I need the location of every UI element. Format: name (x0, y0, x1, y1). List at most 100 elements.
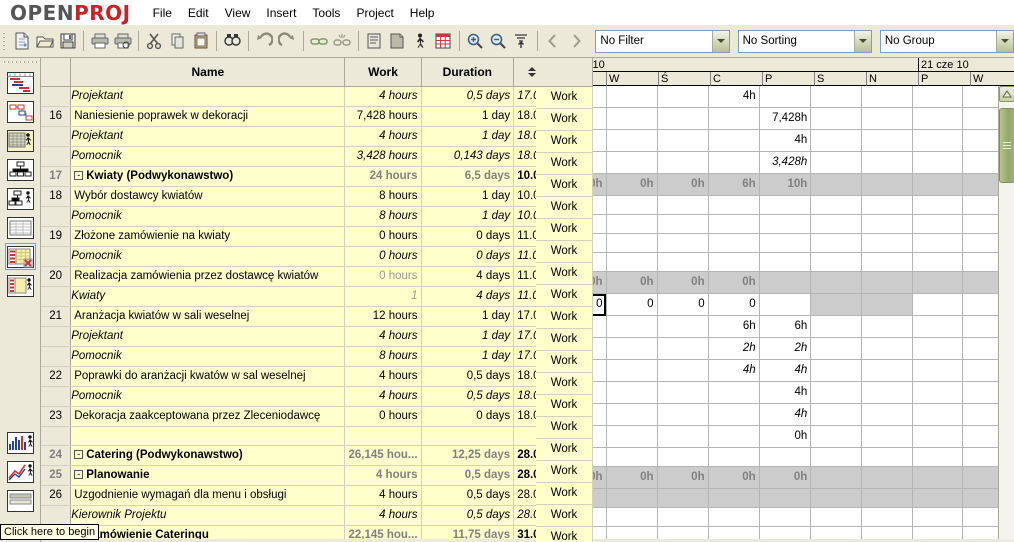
timephased-row[interactable]: 0000 (555, 293, 1014, 316)
detail-column-header[interactable] (536, 58, 593, 87)
row-id-cell[interactable] (41, 206, 72, 227)
detail-row[interactable]: Work (536, 482, 593, 505)
row-work-cell[interactable]: 4 hours (344, 366, 422, 387)
timephased-cell[interactable] (912, 173, 964, 196)
detail-row[interactable]: Work (536, 372, 593, 395)
timephased-cell[interactable] (912, 381, 964, 404)
timephased-cell[interactable] (759, 507, 812, 527)
row-duration-cell[interactable] (421, 426, 515, 446)
timephased-cell[interactable]: 0h (759, 425, 812, 448)
table-row[interactable]: Pomocnik 4 hours 0,5 days 18.0 (41, 386, 550, 407)
row-work-cell[interactable]: 4 hours (344, 465, 422, 486)
timephased-cell[interactable] (606, 359, 658, 382)
detail-label-cell[interactable]: Work (536, 174, 593, 197)
row-name-cell[interactable]: Pomocnik (70, 346, 346, 367)
detail-label-cell[interactable]: Work (536, 152, 593, 175)
timephased-cell[interactable] (861, 195, 913, 215)
table-row[interactable]: 26 Uzgodnienie wymagań dla menu i obsługi… (41, 485, 550, 506)
row-name-cell[interactable]: Poprawki do aranżacji kwatów w sal wesel… (70, 366, 346, 387)
timephased-row[interactable] (555, 507, 1014, 527)
timephased-cell[interactable] (912, 271, 964, 294)
task-information-icon[interactable] (364, 29, 385, 53)
table-row[interactable]: 18 Wybór dostawcy kwiatów 8 hours 1 day 10.0… (41, 186, 550, 207)
timephased-cell[interactable]: 4h (759, 359, 812, 382)
row-duration-cell[interactable]: 0,5 days (421, 465, 515, 486)
resource-usage-icon[interactable] (5, 272, 36, 299)
row-name-cell[interactable]: Uzgodnienie wymagań dla menu i obsługi (70, 485, 346, 506)
timephased-cell[interactable] (912, 86, 964, 108)
row-duration-cell[interactable]: 1 day (421, 326, 515, 347)
timephased-cell[interactable] (861, 381, 913, 404)
table-row[interactable]: 17- Kwiaty (Podwykonawstwo) 24 hours 6,5 da… (41, 166, 550, 187)
row-id-cell[interactable] (41, 246, 72, 267)
timephased-cell[interactable] (861, 86, 913, 108)
scroll-up-button[interactable] (999, 86, 1014, 102)
timephased-row[interactable] (555, 488, 1014, 508)
timephased-cell[interactable] (810, 293, 862, 316)
timephased-cell[interactable] (810, 173, 862, 196)
table-row[interactable] (41, 426, 550, 446)
timephased-cell[interactable]: 0h (759, 466, 812, 489)
detail-label-cell[interactable]: Work (536, 284, 593, 307)
chevron-down-icon[interactable] (853, 30, 871, 52)
timephased-cell[interactable] (759, 447, 812, 467)
table-row[interactable]: Projektant 4 hours 0,5 days 17.0 (41, 86, 550, 107)
row-duration-cell[interactable]: 6,5 days (421, 166, 515, 187)
timephased-cell[interactable]: 7,428h (759, 107, 812, 130)
timephased-cell[interactable] (810, 488, 862, 508)
row-name-cell[interactable]: Wybór dostawcy kwiatów (70, 186, 346, 207)
timephased-cell[interactable] (657, 315, 709, 338)
table-row[interactable]: 22 Poprawki do aranżacji kwatów w sal wes… (41, 366, 550, 387)
row-duration-cell[interactable]: 1 day (421, 306, 515, 327)
timephased-cell[interactable]: 4h (708, 86, 760, 108)
timephased-cell[interactable] (810, 381, 862, 404)
detail-label-cell[interactable]: Work (536, 460, 593, 483)
timephased-cell[interactable]: 6h (708, 173, 760, 196)
row-work-cell[interactable]: 4 hours (344, 326, 422, 347)
row-id-cell[interactable] (41, 326, 72, 347)
timephased-cell[interactable] (810, 507, 862, 527)
scroll-left-icon[interactable] (542, 29, 563, 53)
timephased-cell[interactable] (657, 337, 709, 360)
timephased-cell[interactable]: 0h (708, 466, 760, 489)
timephased-cell[interactable] (861, 488, 913, 508)
timephased-cell[interactable] (759, 195, 812, 215)
sorting-combo[interactable]: No Sorting (737, 29, 872, 53)
timephased-cell[interactable] (657, 507, 709, 527)
detail-row[interactable]: Work (536, 108, 593, 131)
row-id-cell[interactable]: 16 (41, 106, 72, 127)
detail-row[interactable]: Work (536, 284, 593, 307)
timephased-row[interactable]: 0h 0h 0h 0h 0h (555, 466, 1014, 489)
timephased-cell[interactable] (606, 252, 658, 272)
timephased-cell[interactable] (657, 151, 709, 174)
timephased-cell[interactable] (912, 129, 964, 152)
row-work-cell[interactable]: 4 hours (344, 505, 422, 526)
timephased-cell[interactable] (606, 233, 658, 253)
row-work-cell[interactable]: 7,428 hours (344, 106, 422, 127)
assign-resources-icon[interactable] (410, 29, 431, 53)
row-id-cell[interactable]: 18 (41, 186, 72, 207)
timephased-cell[interactable] (606, 151, 658, 174)
row-id-cell[interactable] (41, 286, 72, 307)
row-name-cell[interactable]: Kwiaty (70, 286, 346, 307)
row-duration-cell[interactable]: 12,25 days (421, 445, 515, 466)
row-id-cell[interactable]: 23 (41, 406, 72, 427)
detail-row[interactable]: Work (536, 218, 593, 241)
timephased-cell[interactable] (810, 86, 862, 108)
timephased-cell[interactable]: 6h (759, 315, 812, 338)
detail-label-cell[interactable]: Work (536, 240, 593, 263)
row-id-cell[interactable] (41, 146, 72, 167)
row-id-cell[interactable]: 25 (41, 465, 72, 486)
row-name-cell[interactable]: Pomocnik (70, 386, 346, 407)
detail-label-cell[interactable]: Work (536, 350, 593, 373)
detail-label-cell[interactable]: Work (536, 394, 593, 417)
row-id-cell[interactable] (41, 86, 72, 107)
timephased-cell[interactable] (606, 214, 658, 234)
table-row[interactable]: Projektant 4 hours 1 day 18.0 (41, 126, 550, 147)
detail-label-cell[interactable]: Work (536, 526, 593, 542)
timephased-cell[interactable] (657, 425, 709, 448)
timephased-cell[interactable] (912, 195, 964, 215)
timephased-cell[interactable] (708, 214, 760, 234)
timephased-cell[interactable] (810, 403, 862, 426)
row-name-cell[interactable]: Naniesienie poprawek w dekoracji (70, 106, 346, 127)
